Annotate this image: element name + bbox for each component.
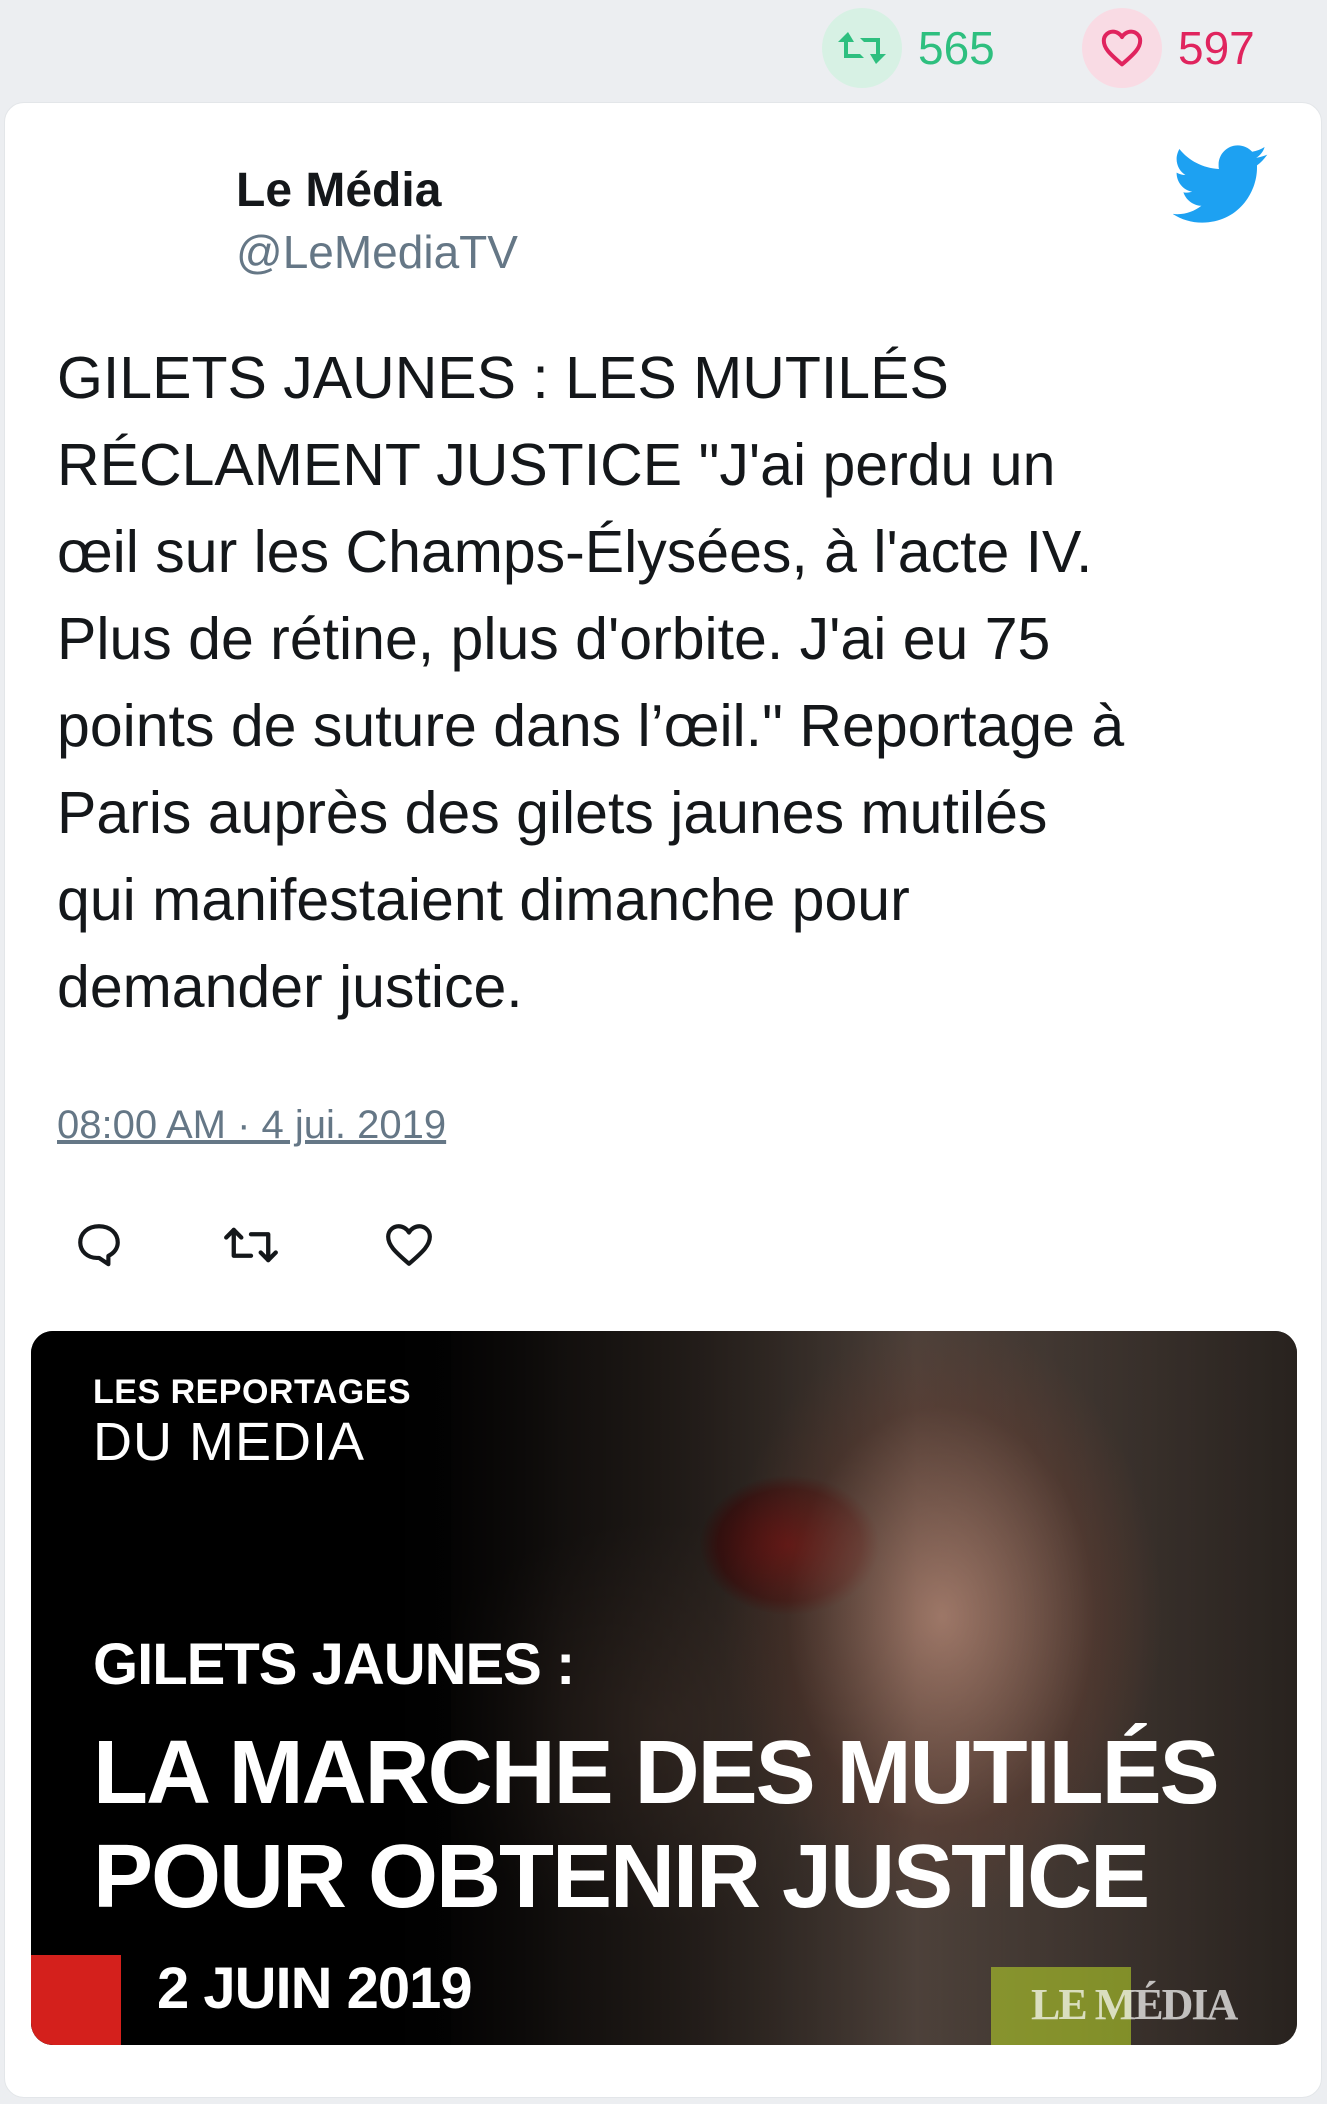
like-stat[interactable]: 597 — [1082, 8, 1255, 88]
retweet-count: 565 — [918, 22, 995, 74]
series-subtitle: DU MEDIA — [93, 1412, 366, 1472]
series-title: LES REPORTAGES — [93, 1373, 412, 1411]
author-name[interactable]: Le Média — [236, 163, 441, 218]
tweet-timestamp[interactable]: 08:00 AM · 4 jui. 2019 — [57, 1103, 446, 1148]
thumbnail-headline: LA MARCHE DES MUTILÉS POUR OBTENIR JUSTI… — [93, 1723, 1220, 1927]
red-accent-block — [31, 1955, 121, 2045]
reply-icon[interactable] — [71, 1217, 127, 1273]
like-count: 597 — [1178, 22, 1255, 74]
tweet-actions — [71, 1217, 471, 1277]
engagement-stats: 565 597 — [0, 0, 1327, 100]
video-thumbnail[interactable]: LES REPORTAGES DU MEDIA GILETS JAUNES : … — [31, 1331, 1297, 2045]
thumbnail-date: 2 JUIN 2019 — [157, 1956, 473, 2021]
like-icon[interactable] — [381, 1217, 437, 1273]
retweet-stat[interactable]: 565 — [822, 8, 995, 88]
tweet-card: Le Média @LeMediaTV GILETS JAUNES : LES … — [4, 102, 1322, 2098]
tweet-text: GILETS JAUNES : LES MUTILÉS RÉCLAMENT JU… — [57, 345, 1125, 1020]
thumbnail-kicker: GILETS JAUNES : — [93, 1632, 575, 1697]
heart-icon — [1082, 8, 1162, 88]
retweet-icon[interactable] — [223, 1217, 279, 1273]
twitter-bird-icon[interactable] — [1172, 145, 1269, 225]
author-handle[interactable]: @LeMediaTV — [236, 225, 518, 279]
le-media-watermark: LE MÉDIA — [1031, 1980, 1238, 2029]
retweet-icon — [822, 8, 902, 88]
